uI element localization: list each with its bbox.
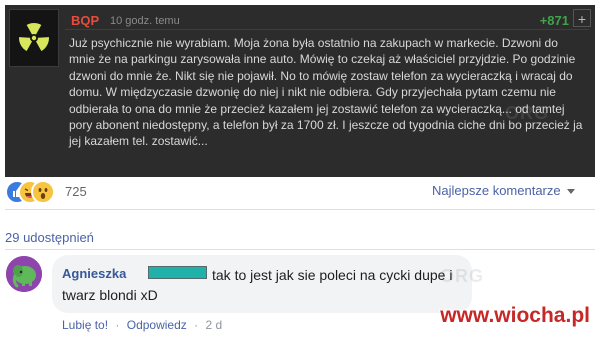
separator: · [115,318,120,332]
vote-count: +871 [539,13,569,28]
post-header-divider [65,29,589,30]
comment-sort-label: Najlepsze komentarze [432,183,561,198]
comment-author[interactable]: Agnieszka [62,266,126,281]
site-watermark-logo: www.wiocha.pl [440,304,590,327]
post-body: Już psychicznie nie wyrabiam. Moja żona … [69,36,583,149]
upvote-button[interactable]: + [573,9,591,27]
reply-link[interactable]: Odpowiedz [127,318,187,332]
watermark-text: ORG [440,266,485,286]
shares-count[interactable]: 29 udostępnień [5,230,94,245]
comment-timestamp[interactable]: 2 d [205,318,222,332]
wykop-post: BQP 10 godz. temu +871 + Już psychicznie… [5,5,595,177]
post-author[interactable]: BQP [71,13,99,28]
elephant-icon [6,256,42,292]
reaction-count: 725 [65,184,87,199]
wow-icon [31,180,55,204]
post-timestamp: 10 godz. temu [110,15,180,27]
avatar[interactable] [6,256,42,292]
like-link[interactable]: Lubię to! [62,318,108,332]
divider [5,249,595,250]
comment-actions: Lubię to! · Odpowiedz · 2 d [62,318,222,332]
separator: · [194,318,199,332]
redaction-bar [148,266,207,279]
chevron-down-icon [566,189,575,195]
divider [5,209,595,210]
watermark-text: ORG [505,103,550,123]
radioactive-icon[interactable] [9,9,59,67]
comment-sort-dropdown[interactable]: Najlepsze komentarze [432,183,575,198]
